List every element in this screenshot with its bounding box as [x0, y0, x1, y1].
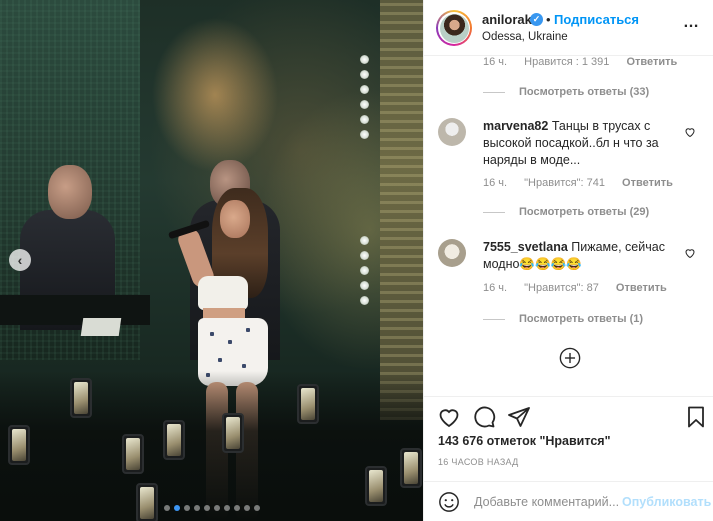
divider-line	[483, 211, 505, 213]
chevron-left-icon: ‹	[17, 252, 23, 268]
comment-time: 16 ч.	[483, 56, 508, 68]
comment-likes[interactable]: "Нравится": 87	[524, 282, 599, 294]
publish-button[interactable]: Опубликовать	[622, 495, 711, 509]
add-comment-bar: Опубликовать	[424, 481, 713, 521]
stage-backdrop	[380, 0, 423, 420]
crowd-phone	[297, 384, 319, 424]
comment-time: 16 ч.	[483, 177, 508, 189]
avatar-image	[439, 13, 469, 43]
stage-monitor	[80, 318, 122, 336]
comment-likes[interactable]: Нравится : 1 391	[524, 56, 609, 68]
crowd-phone	[222, 413, 244, 453]
heart-icon[interactable]	[684, 126, 696, 138]
paper-plane-icon[interactable]	[507, 405, 531, 429]
author-username[interactable]: anilorak	[482, 12, 532, 27]
comment-username[interactable]: 7555_svetlana	[483, 240, 568, 254]
carousel-dot	[223, 505, 230, 511]
view-replies-button[interactable]: Посмотреть ответы (1)	[483, 313, 643, 325]
follow-button[interactable]: Подписаться	[554, 12, 639, 27]
comment-likes[interactable]: "Нравится": 741	[524, 177, 605, 189]
heart-icon[interactable]	[684, 247, 696, 259]
instagram-post-modal: ‹ anilorak ✓ • Подписаться Odessa, Ukrai…	[0, 0, 713, 521]
singer-top	[198, 276, 248, 310]
view-replies-button[interactable]: Посмотреть ответы (33)	[483, 86, 649, 98]
heart-icon[interactable]	[437, 405, 461, 429]
carousel-dot	[243, 505, 250, 511]
carousel-dot	[213, 505, 220, 511]
post-header: anilorak ✓ • Подписаться Odessa, Ukraine…	[424, 0, 713, 56]
crowd-phone	[136, 483, 158, 521]
emoji-icon[interactable]	[438, 491, 460, 513]
avatar[interactable]	[438, 118, 466, 146]
carousel-dot	[173, 505, 180, 511]
carousel-dot	[193, 505, 200, 511]
stage-lights	[360, 236, 370, 311]
post-side-panel: anilorak ✓ • Подписаться Odessa, Ukraine…	[423, 0, 713, 521]
reply-button[interactable]: Ответить	[616, 282, 667, 294]
comments-list: 16 ч. Нравится : 1 391 Ответить Посмотре…	[424, 56, 713, 396]
carousel-dot	[183, 505, 190, 511]
view-replies-button[interactable]: Посмотреть ответы (29)	[483, 206, 649, 218]
view-replies-label: Посмотреть ответы (1)	[519, 313, 644, 325]
verified-badge-icon: ✓	[530, 13, 543, 26]
view-replies-label: Посмотреть ответы (29)	[519, 206, 650, 218]
keyboard	[0, 295, 150, 325]
comment-text: 7555_svetlana Пижаме, сейчас модно😂😂😂😂	[483, 239, 679, 273]
view-replies-label: Посмотреть ответы (33)	[519, 86, 650, 98]
comment-input[interactable]	[474, 491, 624, 513]
plus-circle-icon[interactable]	[559, 347, 581, 369]
likes-count[interactable]: 143 676 отметок "Нравится"	[438, 434, 611, 448]
avatar[interactable]	[438, 239, 466, 267]
crowd-phone	[8, 425, 30, 465]
crowd-phone	[122, 434, 144, 474]
keyboardist-head	[48, 165, 92, 219]
reply-button[interactable]: Ответить	[626, 56, 677, 68]
separator-dot: •	[546, 12, 551, 27]
singer-face	[220, 200, 250, 238]
comment-meta: 16 ч. Нравится : 1 391 Ответить	[483, 56, 691, 68]
crowd	[0, 371, 423, 521]
crowd-phone	[400, 448, 422, 488]
carousel-dot	[203, 505, 210, 511]
comment-text: marvena82 Танцы в трусах с высокой посад…	[483, 118, 679, 169]
comment-time: 16 ч.	[483, 282, 508, 294]
bookmark-icon[interactable]	[684, 405, 708, 429]
carousel-prev-button[interactable]: ‹	[9, 249, 31, 271]
post-time[interactable]: 16 ЧАСОВ НАЗАД	[438, 457, 519, 467]
post-photo[interactable]: ‹	[0, 0, 423, 521]
post-actions: 143 676 отметок "Нравится" 16 ЧАСОВ НАЗА…	[424, 396, 713, 521]
divider-line	[483, 318, 505, 320]
post-location[interactable]: Odessa, Ukraine	[482, 31, 568, 43]
comment-meta: 16 ч. "Нравится": 741 Ответить	[483, 177, 687, 189]
ellipsis-icon[interactable]: …	[683, 14, 700, 32]
avatar[interactable]	[436, 10, 472, 46]
carousel-dot	[253, 505, 260, 511]
divider-line	[483, 91, 505, 93]
comment-username[interactable]: marvena82	[483, 119, 548, 133]
comment-meta: 16 ч. "Нравится": 87 Ответить	[483, 282, 681, 294]
crowd-phone	[70, 378, 92, 418]
crowd-phone	[365, 466, 387, 506]
reply-button[interactable]: Ответить	[622, 177, 673, 189]
stage-lights	[360, 55, 370, 145]
crowd-phone	[163, 420, 185, 460]
carousel-dots	[0, 505, 423, 511]
carousel-dot	[163, 505, 170, 511]
carousel-dot	[233, 505, 240, 511]
comment-icon[interactable]	[472, 405, 496, 429]
